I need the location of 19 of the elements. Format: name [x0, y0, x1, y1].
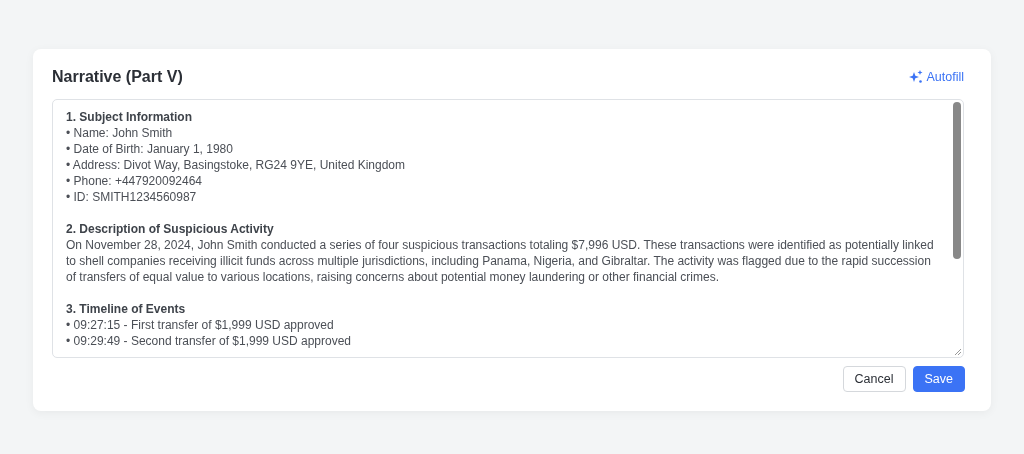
dialog-title: Narrative (Part V) [52, 68, 183, 86]
scrollbar-thumb[interactable] [953, 102, 961, 259]
list-item: • Phone: +447920092464 [66, 173, 203, 189]
list-item: • Name: John Smith [66, 125, 174, 141]
paragraph: On November 28, 2024, John Smith conducted a series of four suspicious transactions totaling $7,996 USD. These transactions were identified as potentially linked to shell companies receiving illicit funds across multiple jurisdictions, including Panama, Nigeria, and Gibraltar. The activity was flagged due to the rapid succession of transfers of equal value to various locations, raising concerns about potential money laundering or other financial crimes. [66, 237, 935, 285]
section-heading: 2. Description of Suspicious Activity [66, 221, 275, 237]
list-item: • 09:29:49 - Second transfer of $1,999 USD approved [66, 333, 353, 349]
list-item: • 09:27:15 - First transfer of $1,999 USD approved [66, 317, 335, 333]
narrative-text-area[interactable] [52, 99, 964, 358]
resize-grip-icon[interactable] [954, 348, 961, 355]
section-heading: 1. Subject Information [66, 109, 193, 125]
list-item: • Address: Divot Way, Basingstoke, RG24 9YE, United Kingdom [66, 157, 407, 173]
list-item: • ID: SMITH1234560987 [66, 189, 198, 205]
autofill-link[interactable]: Autofill [909, 70, 964, 84]
cancel-button[interactable]: Cancel [842, 366, 906, 392]
save-button[interactable]: Save [912, 366, 965, 392]
section-heading: 3. Timeline of Events [66, 301, 187, 317]
sparkle-icon [909, 70, 924, 84]
list-item: • Date of Birth: January 1, 1980 [66, 141, 234, 157]
